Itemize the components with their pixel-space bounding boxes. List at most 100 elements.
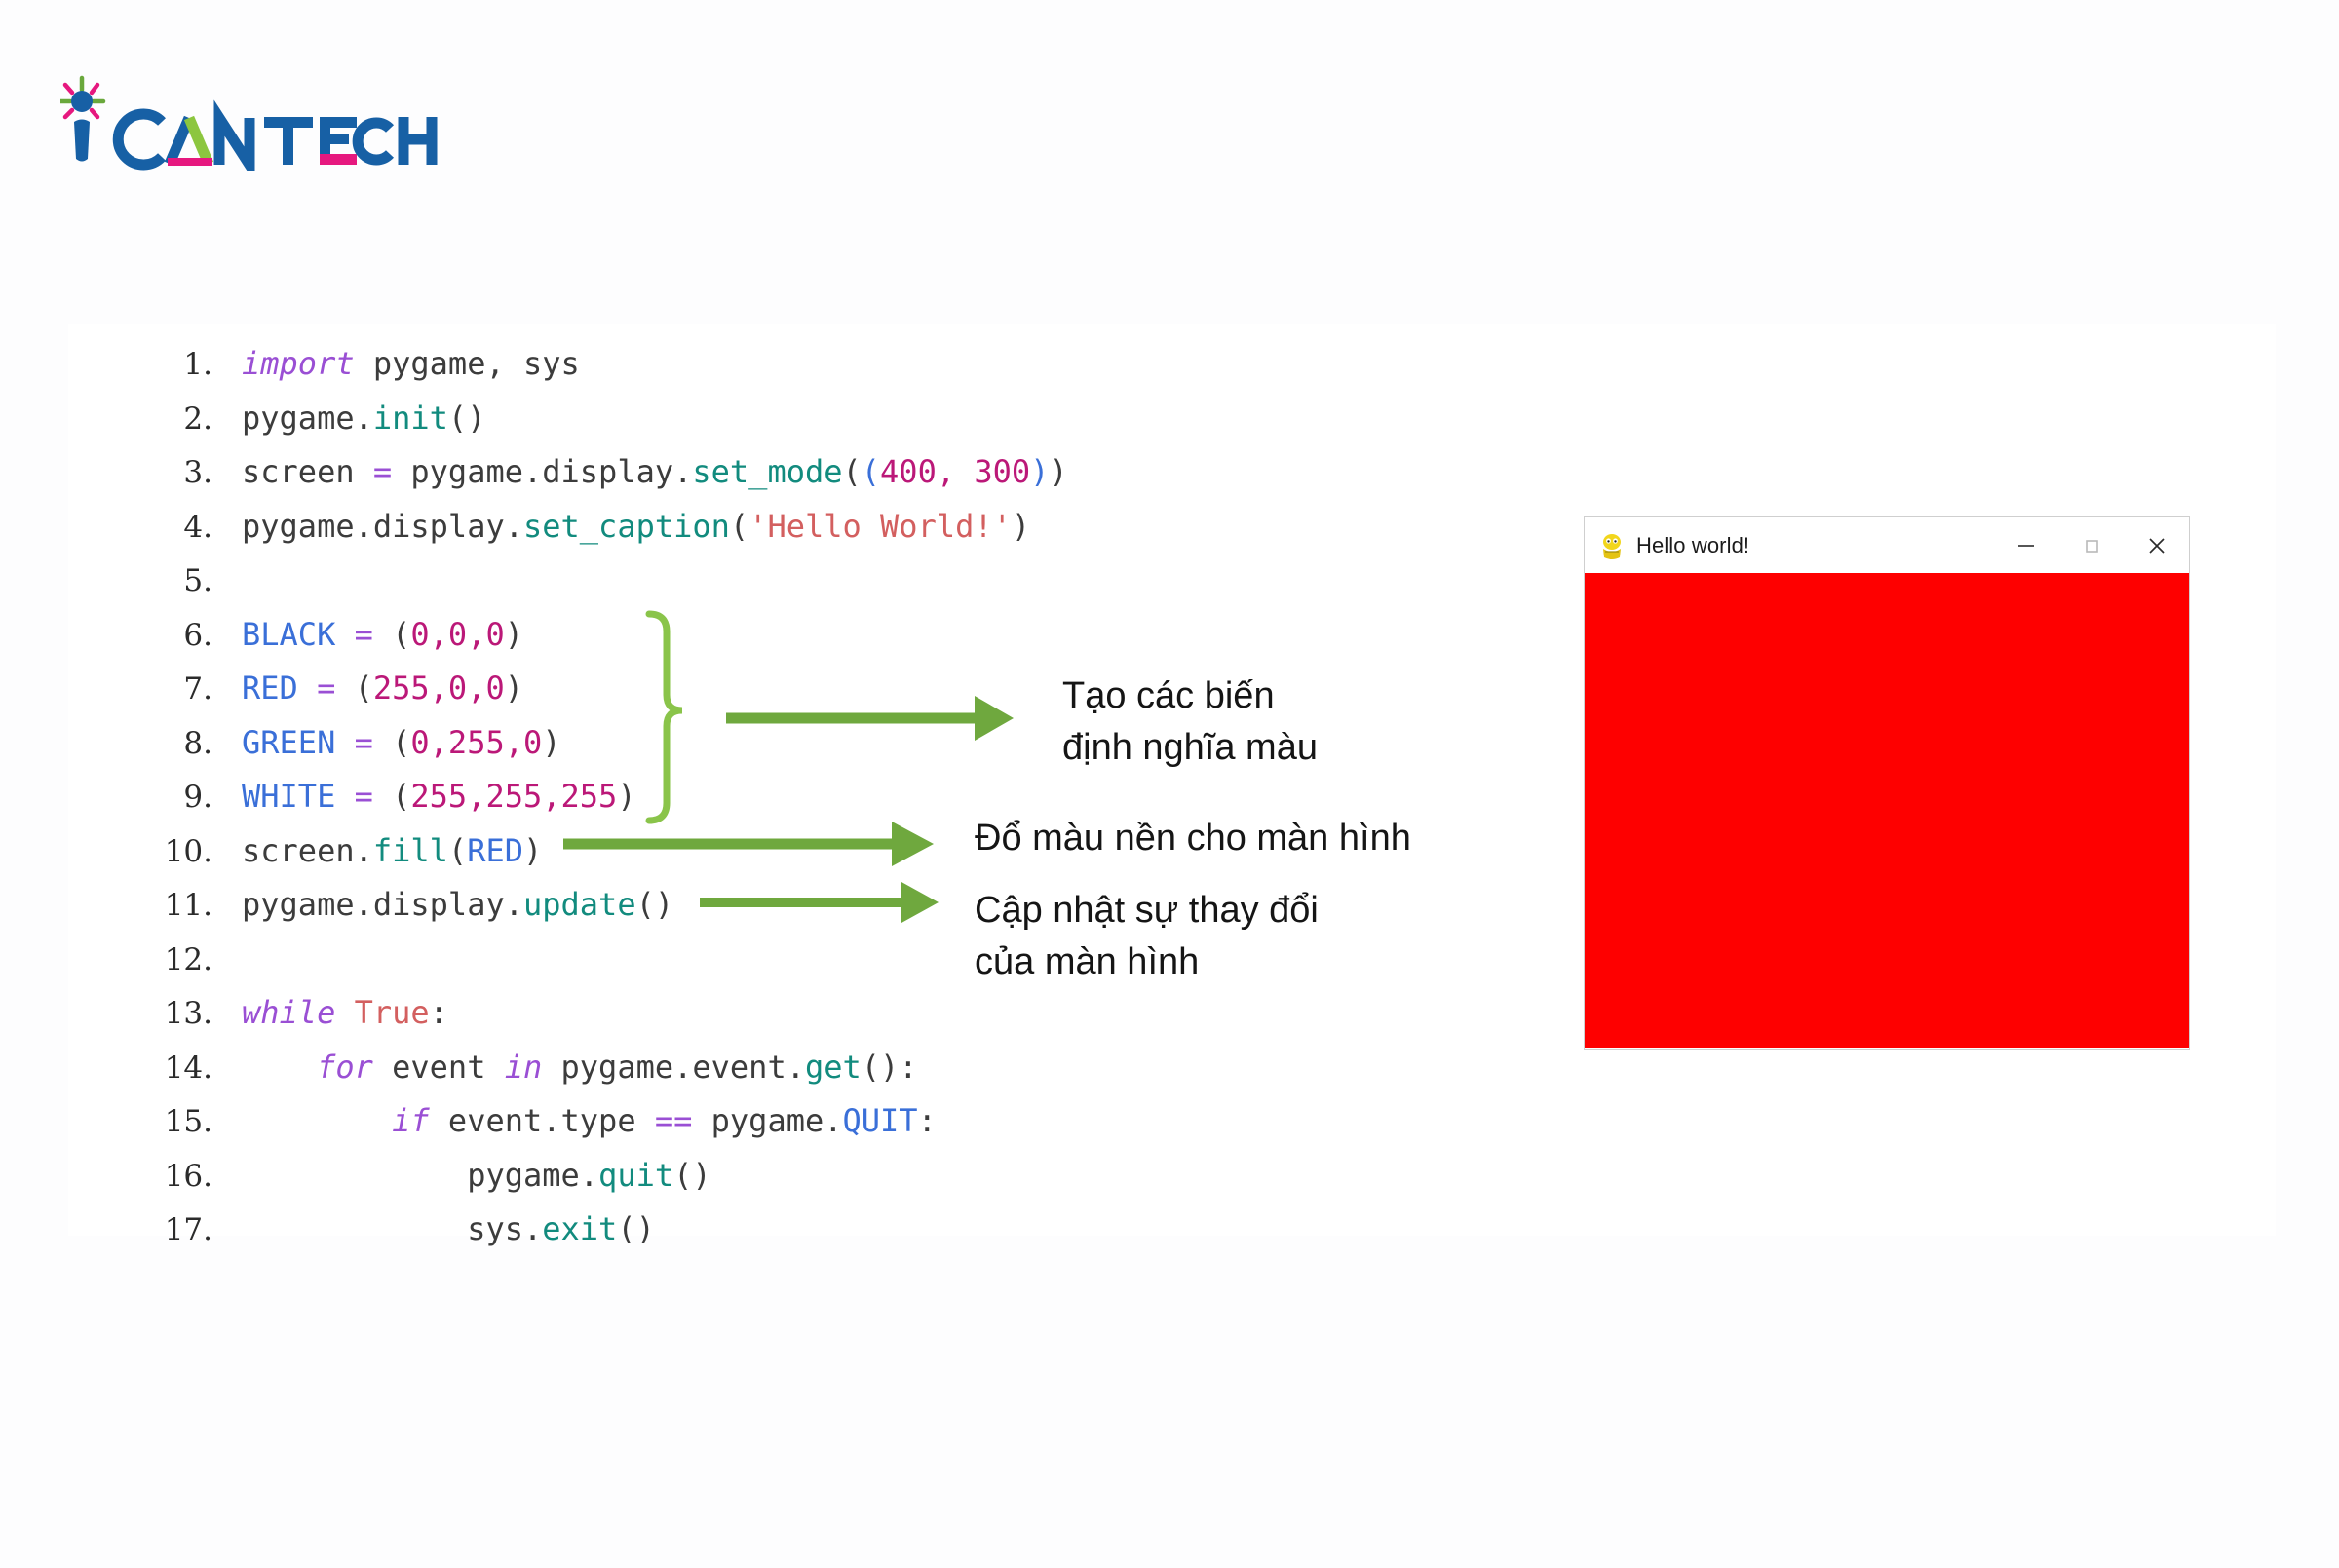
- code-token: (: [335, 669, 373, 707]
- code-text: WHITE = (255,255,255): [212, 770, 636, 824]
- line-number: 1.: [183, 347, 212, 382]
- pygame-window[interactable]: Hello world!: [1584, 516, 2190, 1050]
- code-text: sys.exit(): [212, 1203, 655, 1257]
- window-titlebar[interactable]: Hello world!: [1585, 517, 2189, 573]
- code-token: exit: [542, 1210, 618, 1247]
- code-line: 9. WHITE = (255,255,255): [68, 770, 1068, 824]
- line-number: 10.: [164, 833, 212, 869]
- code-line: 5.: [68, 554, 1068, 608]
- line-number: 15.: [164, 1104, 212, 1139]
- code-token: =: [317, 669, 336, 707]
- code-text: RED = (255,0,0): [212, 662, 523, 716]
- code-token: (: [447, 831, 468, 869]
- logo-body-icon: [74, 119, 90, 162]
- code-token: get: [804, 1048, 862, 1086]
- code-text: if event.type == pygame.QUIT:: [212, 1094, 937, 1149]
- code-token: pygame.: [242, 399, 373, 437]
- code-token: 0,0,0: [410, 615, 505, 653]
- line-number: 9.: [183, 780, 212, 815]
- code-line: 14. for event in pygame.event.get():: [68, 1041, 1068, 1095]
- code-token: ): [1030, 453, 1050, 490]
- pygame-logo-icon: [1597, 531, 1627, 560]
- code-text: GREEN = (0,255,0): [212, 716, 561, 771]
- code-token: (): [673, 1156, 711, 1194]
- code-text: pygame.display.set_caption('Hello World!…: [212, 500, 1030, 555]
- line-number: 8.: [183, 725, 212, 761]
- code-line: 15. if event.type == pygame.QUIT:: [68, 1094, 1068, 1149]
- line-number: 4.: [183, 509, 212, 545]
- line-number: 13.: [164, 996, 212, 1031]
- code-token: :: [429, 994, 448, 1031]
- code-line: 1. import pygame, sys: [68, 337, 1068, 392]
- code-line: 11. pygame.display.update(): [68, 878, 1068, 933]
- code-token: :: [917, 1102, 937, 1139]
- code-text: pygame.quit(): [212, 1149, 711, 1204]
- line-number: 3.: [183, 455, 212, 490]
- code-token: ): [1049, 453, 1068, 490]
- code-line: 12.: [68, 933, 1068, 987]
- code-token: pygame.display.: [242, 507, 523, 545]
- code-token: =: [354, 615, 373, 653]
- code-token: =: [354, 778, 373, 815]
- code-token: (): [447, 399, 486, 437]
- code-token: ): [542, 723, 561, 761]
- code-token: in: [504, 1048, 543, 1086]
- code-token: ():: [861, 1048, 918, 1086]
- code-text: pygame.display.update(): [212, 878, 673, 933]
- code-token: event: [372, 1048, 505, 1086]
- code-token: while: [242, 994, 336, 1031]
- code-token: pygame.: [692, 1102, 843, 1139]
- line-number: 5.: [183, 563, 212, 598]
- code-line: 3. screen = pygame.display.set_mode((400,…: [68, 445, 1068, 500]
- code-token: QUIT: [842, 1102, 918, 1139]
- window-title: Hello world!: [1636, 532, 1750, 557]
- code-token: import: [242, 345, 355, 382]
- brand-logo: [60, 68, 450, 171]
- code-token: (: [372, 615, 411, 653]
- maximize-button[interactable]: [2058, 517, 2124, 573]
- code-token: (): [617, 1210, 655, 1247]
- code-token: (: [842, 453, 862, 490]
- line-number: 16.: [164, 1158, 212, 1194]
- close-button[interactable]: [2124, 517, 2189, 573]
- code-line: 10. screen.fill(RED): [68, 824, 1068, 879]
- annotation-update: Cập nhật sự thay đổi của màn hình: [975, 890, 1319, 982]
- code-line: 17. sys.exit(): [68, 1203, 1068, 1257]
- code-listing[interactable]: 1. import pygame, sys 2. pygame.init() 3. scr…: [68, 337, 1068, 1257]
- code-token: set_mode: [692, 453, 843, 490]
- logo-head-icon: [71, 91, 93, 112]
- window-controls[interactable]: [1993, 517, 2189, 573]
- code-text: BLACK = (0,0,0): [212, 608, 523, 663]
- pygame-canvas: [1585, 573, 2189, 1048]
- code-line: 8. GREEN = (0,255,0): [68, 716, 1068, 771]
- code-token: 'Hello World!': [748, 507, 1012, 545]
- code-token: if: [392, 1102, 430, 1139]
- annotation-variables: Tạo các biến định nghĩa màu: [1062, 675, 1318, 768]
- code-text: for event in pygame.event.get():: [212, 1041, 918, 1095]
- code-token: ): [617, 778, 636, 815]
- line-number: 17.: [164, 1212, 212, 1247]
- code-token: pygame.display.: [242, 886, 523, 923]
- line-number: 12.: [164, 941, 212, 977]
- code-line: 2. pygame.init(): [68, 392, 1068, 446]
- line-number: 2.: [183, 401, 212, 437]
- minimize-button[interactable]: [1993, 517, 2058, 573]
- code-token: update: [522, 886, 636, 923]
- code-text: screen.fill(RED): [212, 824, 542, 879]
- code-token: (: [861, 453, 881, 490]
- code-token: ): [504, 615, 523, 653]
- code-token: screen.: [242, 831, 373, 869]
- code-line: 16. pygame.quit(): [68, 1149, 1068, 1204]
- code-token: True: [354, 994, 430, 1031]
- code-text: screen = pygame.display.set_mode((400, 3…: [212, 445, 1068, 500]
- code-token: ): [522, 831, 543, 869]
- code-token: (): [635, 886, 674, 923]
- line-number: 11.: [164, 888, 212, 923]
- code-token: sys.: [242, 1210, 543, 1247]
- code-text: while True:: [212, 986, 448, 1041]
- code-token: =: [354, 723, 373, 761]
- annotation-fill: Đổ màu nền cho màn hình: [975, 818, 1411, 859]
- code-token: =: [372, 453, 393, 490]
- line-number: 7.: [183, 671, 212, 707]
